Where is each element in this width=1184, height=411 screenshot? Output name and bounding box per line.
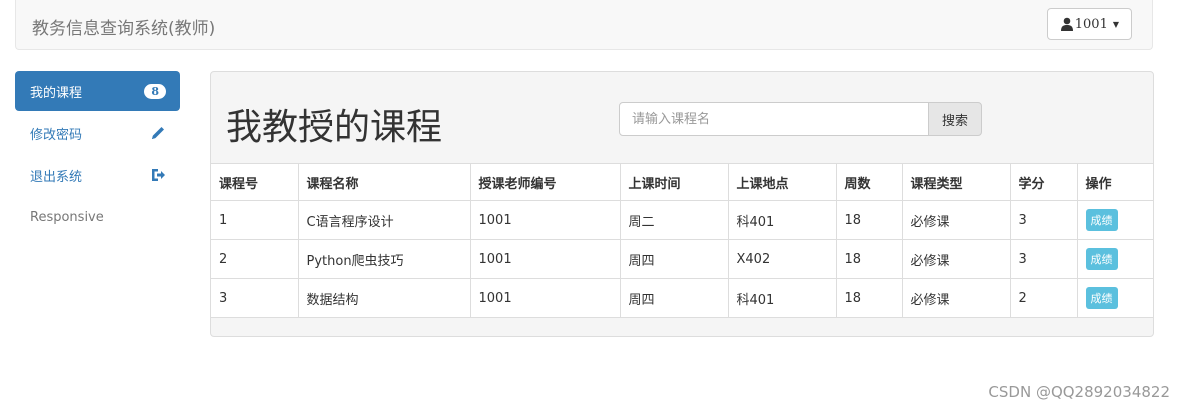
- cell-class-time: 周二: [619, 200, 729, 240]
- cell-actions: 成绩: [1076, 239, 1153, 279]
- cell-course-id: 3: [211, 278, 299, 318]
- grades-button[interactable]: 成绩: [1085, 287, 1118, 309]
- header-location: 上课地点: [727, 163, 837, 201]
- cell-course-type: 必修课: [901, 239, 1011, 279]
- table-row: 2 Python爬虫技巧 1001 周四 X402 18 必修课 3 成绩: [211, 239, 1153, 279]
- page-title: 我教授的课程: [226, 107, 443, 148]
- cell-course-type: 必修课: [901, 200, 1011, 240]
- courses-table: 课程号 课程名称 授课老师编号 上课时间 上课地点 周数 课程类型 学分 操作 …: [211, 163, 1153, 318]
- course-search-input[interactable]: [619, 102, 929, 136]
- sidebar-item-label: 修改密码: [30, 127, 83, 143]
- caret-down-icon: ▼: [1112, 19, 1119, 29]
- cell-location: X402: [727, 239, 837, 279]
- cell-location: 科401: [727, 200, 837, 240]
- cell-actions: 成绩: [1076, 278, 1153, 318]
- sidebar-item-change-password[interactable]: 修改密码: [15, 113, 180, 153]
- header-course-id: 课程号: [211, 163, 299, 201]
- cell-course-id: 2: [211, 239, 299, 279]
- cell-teacher-id: 1001: [469, 278, 621, 318]
- sidebar: 我的课程 8 修改密码 退出系统 Responsive: [15, 71, 180, 239]
- sidebar-item-label: 退出系统: [30, 169, 83, 185]
- header-actions: 操作: [1076, 163, 1153, 201]
- cell-weeks: 18: [835, 200, 903, 240]
- logout-icon: [152, 169, 165, 181]
- cell-actions: 成绩: [1076, 200, 1153, 240]
- header-course-type: 课程类型: [901, 163, 1011, 201]
- header-course-name: 课程名称: [297, 163, 471, 201]
- cell-class-time: 周四: [619, 278, 729, 318]
- header-credits: 学分: [1009, 163, 1078, 201]
- user-id-label: 1001: [1074, 16, 1108, 32]
- app-title: 教务信息查询系统(教师): [32, 19, 216, 39]
- header-class-time: 上课时间: [619, 163, 729, 201]
- cell-credits: 3: [1009, 200, 1078, 240]
- cell-credits: 2: [1009, 278, 1078, 318]
- cell-location: 科401: [727, 278, 837, 318]
- cell-course-name: C语言程序设计: [297, 200, 471, 240]
- cell-weeks: 18: [835, 278, 903, 318]
- cell-course-name: Python爬虫技巧: [297, 239, 471, 279]
- grades-button[interactable]: 成绩: [1085, 209, 1118, 231]
- cell-weeks: 18: [835, 239, 903, 279]
- cell-course-name: 数据结构: [297, 278, 471, 318]
- header-teacher-id: 授课老师编号: [469, 163, 621, 201]
- grades-button[interactable]: 成绩: [1085, 248, 1118, 270]
- table-header-row: 课程号 课程名称 授课老师编号 上课时间 上课地点 周数 课程类型 学分 操作: [211, 163, 1153, 201]
- sidebar-item-label: 我的课程: [30, 85, 83, 101]
- watermark: CSDN @QQ2892034822: [988, 383, 1170, 401]
- course-count-badge: 8: [144, 83, 166, 99]
- top-navbar: 教务信息查询系统(教师) 1001 ▼: [15, 0, 1153, 50]
- user-menu-button[interactable]: 1001 ▼: [1046, 8, 1132, 40]
- search-button[interactable]: 搜索: [928, 102, 982, 136]
- sidebar-item-logout[interactable]: 退出系统: [15, 155, 180, 195]
- user-icon: [1060, 17, 1073, 31]
- cell-teacher-id: 1001: [469, 200, 621, 240]
- sidebar-item-label: Responsive: [30, 209, 104, 225]
- table-row: 1 C语言程序设计 1001 周二 科401 18 必修课 3 成绩: [211, 200, 1153, 240]
- cell-credits: 3: [1009, 239, 1078, 279]
- sidebar-item-responsive: Responsive: [15, 197, 180, 237]
- cell-course-id: 1: [211, 200, 299, 240]
- cell-class-time: 周四: [619, 239, 729, 279]
- pencil-icon: [152, 127, 164, 139]
- courses-panel: 我教授的课程 搜索 课程号 课程名称 授课老师编号 上课时间 上课地点 周数 课…: [210, 71, 1154, 337]
- table-row: 3 数据结构 1001 周四 科401 18 必修课 2 成绩: [211, 278, 1153, 318]
- sidebar-item-my-courses[interactable]: 我的课程 8: [15, 71, 180, 111]
- cell-teacher-id: 1001: [469, 239, 621, 279]
- cell-course-type: 必修课: [901, 278, 1011, 318]
- header-weeks: 周数: [835, 163, 903, 201]
